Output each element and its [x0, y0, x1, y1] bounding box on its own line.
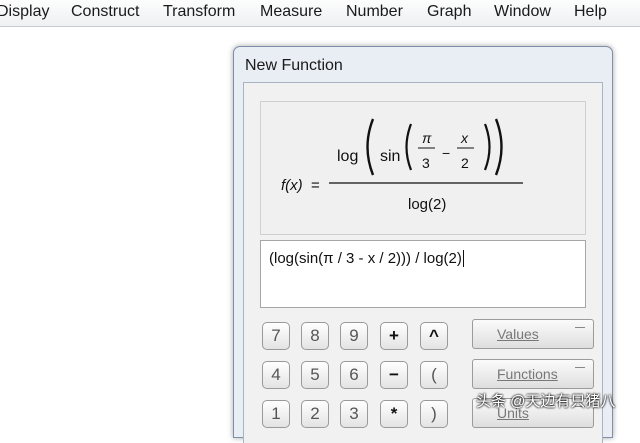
- key-plus[interactable]: +: [380, 322, 408, 350]
- menu-graph[interactable]: Graph: [427, 3, 471, 21]
- inner-left-paren: [405, 123, 413, 171]
- sin-text: sin: [380, 148, 400, 165]
- functions-button[interactable]: Functions: [472, 359, 594, 389]
- key-9[interactable]: 9: [340, 322, 368, 350]
- key-2[interactable]: 2: [301, 400, 329, 428]
- pi-symbol: π: [422, 130, 432, 146]
- key-8[interactable]: 8: [301, 322, 329, 350]
- denominator-three: 3: [422, 155, 430, 171]
- values-menu-indicator: [575, 327, 585, 328]
- menu-construct[interactable]: Construct: [71, 3, 139, 21]
- watermark: 头条 @天边有只猪八: [476, 393, 616, 410]
- expression-input[interactable]: (log(sin(π / 3 - x / 2))) / log(2): [260, 240, 586, 308]
- expression-text: (log(sin(π / 3 - x / 2))) / log(2): [269, 250, 464, 267]
- menu-number[interactable]: Number: [346, 3, 403, 21]
- key-left-paren[interactable]: (: [420, 361, 448, 389]
- functions-menu-indicator: [575, 367, 585, 368]
- new-function-dialog: New Function f(x) = log sin π 3 − x 2 lo…: [233, 46, 613, 443]
- key-multiply[interactable]: *: [380, 400, 408, 428]
- formula-preview: f(x) = log sin π 3 − x 2 log(2): [260, 101, 586, 235]
- fx-label: f(x): [281, 177, 303, 194]
- key-5[interactable]: 5: [301, 361, 329, 389]
- key-3[interactable]: 3: [340, 400, 368, 428]
- key-caret[interactable]: ^: [420, 322, 448, 350]
- inner-right-paren: [483, 123, 491, 171]
- key-right-paren[interactable]: ): [420, 400, 448, 428]
- denominator-log2: log(2): [408, 196, 446, 213]
- key-7[interactable]: 7: [262, 322, 290, 350]
- values-label: Values: [497, 326, 539, 342]
- dialog-body: f(x) = log sin π 3 − x 2 log(2) ( log(sin…: [243, 82, 603, 443]
- key-minus[interactable]: −: [380, 361, 408, 389]
- menu-bar: Display Construct Transform Measure Numb…: [0, 0, 640, 27]
- dialog-title: New Function: [245, 57, 343, 74]
- menu-transform[interactable]: Transform: [163, 3, 235, 21]
- key-1[interactable]: 1: [262, 400, 290, 428]
- values-button[interactable]: Values: [472, 319, 594, 349]
- outer-right-paren: [494, 118, 503, 176]
- menu-display[interactable]: Display: [0, 3, 49, 21]
- key-4[interactable]: 4: [262, 361, 290, 389]
- x-variable: x: [460, 130, 469, 146]
- minus-sign: −: [442, 145, 450, 161]
- formula-render: f(x) = log sin π 3 − x 2 log(2): [281, 118, 523, 213]
- menu-measure[interactable]: Measure: [260, 3, 322, 21]
- denominator-two: 2: [461, 155, 469, 171]
- key-6[interactable]: 6: [340, 361, 368, 389]
- equals-sign: =: [311, 177, 320, 194]
- outer-left-paren: [366, 118, 375, 176]
- menu-window[interactable]: Window: [494, 3, 551, 21]
- menu-help[interactable]: Help: [574, 3, 607, 21]
- log-text: log: [337, 148, 358, 165]
- functions-label: Functions: [497, 366, 558, 382]
